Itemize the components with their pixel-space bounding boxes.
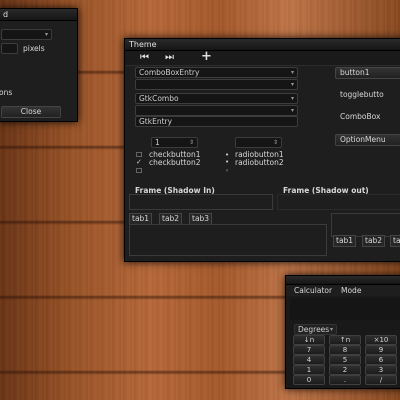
spin-arrows-icon[interactable]: ⇕ (189, 138, 194, 147)
menu-mode[interactable]: Mode (341, 286, 361, 295)
key-5[interactable]: 5 (329, 355, 361, 365)
key-divide[interactable]: / (365, 375, 397, 385)
close-button-label: Close (20, 107, 42, 116)
gtk-combo-2[interactable]: ▾ (135, 105, 298, 116)
key-1[interactable]: 1 (293, 365, 325, 375)
left-window: d ▾ pixels ons Close (0, 8, 78, 122)
notebook-left (129, 224, 327, 256)
combobox-label: ComboBox (340, 112, 381, 121)
chevron-down-icon: ▾ (44, 31, 48, 38)
option-menu[interactable]: OptionMenu (335, 134, 400, 146)
tab3-right[interactable]: ta (390, 235, 400, 247)
toggle-button[interactable]: togglebutto (335, 89, 400, 101)
spin-button-2[interactable]: ⇕ (235, 137, 282, 148)
left-window-titlebar: d (0, 9, 77, 21)
angle-unit-select[interactable]: Degrees ▾ (294, 324, 337, 335)
angle-unit-text: Degrees (298, 325, 330, 334)
radio-selected-icon[interactable]: • (225, 158, 229, 166)
key-3[interactable]: 3 (365, 365, 397, 375)
combo-box-entry-2[interactable]: ▾ (135, 79, 298, 90)
menu-calculator[interactable]: Calculator (294, 286, 332, 295)
button1-label: button1 (340, 68, 370, 77)
radio-icon[interactable]: ◦ (225, 167, 229, 175)
radiobutton2[interactable]: radiobutton2 (235, 158, 284, 167)
chevron-down-icon: ▾ (329, 326, 333, 333)
frame-shadow-out (277, 194, 400, 210)
calculator-window: Calculator Mode Degrees ▾ ↓n ↑n ×10 7 8 … (285, 275, 400, 389)
key-exponent[interactable]: ×10 (365, 335, 397, 345)
chevron-down-icon: ▾ (290, 95, 294, 102)
checkbox-icon[interactable]: ☐ (136, 167, 142, 175)
chevron-down-icon: ▾ (290, 81, 294, 88)
key-9[interactable]: 9 (365, 345, 397, 355)
spin-value: 1 (155, 138, 160, 147)
left-spin-field[interactable] (1, 43, 18, 54)
key-shift-left[interactable]: ↓n (293, 335, 325, 345)
key-decimal[interactable]: . (329, 375, 361, 385)
add-icon[interactable]: + (201, 50, 212, 63)
calculator-menubar: Calculator Mode (286, 285, 400, 296)
combobox[interactable]: ComboBox (335, 111, 400, 123)
option-menu-label: OptionMenu (340, 135, 386, 144)
calculator-titlebar (286, 276, 400, 285)
left-window-title: d (3, 10, 9, 19)
key-2[interactable]: 2 (329, 365, 361, 375)
tab2-right[interactable]: tab2 (362, 235, 386, 247)
key-7[interactable]: 7 (293, 345, 325, 355)
button1[interactable]: button1 (335, 67, 400, 79)
key-0[interactable]: 0 (293, 375, 325, 385)
go-last-icon[interactable]: ⏭ (165, 53, 174, 63)
combo-box-entry[interactable]: ComboBoxEntry ▾ (135, 67, 298, 78)
chevron-down-icon: ▾ (290, 107, 294, 114)
gtk-entry[interactable]: GtkEntry (135, 116, 298, 127)
notebook-right (331, 213, 400, 237)
key-6[interactable]: 6 (365, 355, 397, 365)
go-first-icon[interactable]: ⏮ (140, 53, 149, 63)
toggle-button-label: togglebutto (340, 90, 384, 99)
gtk-entry-text: GtkEntry (139, 117, 173, 126)
theme-title: Theme (129, 40, 157, 49)
checkbutton2[interactable]: checkbutton2 (149, 158, 200, 167)
calculator-display (290, 298, 400, 320)
spin-arrows-icon[interactable]: ⇕ (273, 138, 278, 147)
partial-label: ons (0, 88, 13, 97)
gtk-combo[interactable]: GtkCombo ▾ (135, 93, 298, 104)
checkmark-icon[interactable]: ✓ (136, 158, 142, 166)
tab1-right[interactable]: tab1 (333, 235, 357, 247)
frame-shadow-in (129, 194, 273, 210)
chevron-down-icon: ▾ (290, 69, 294, 76)
close-button[interactable]: Close (1, 106, 61, 118)
units-label: pixels (23, 44, 45, 53)
theme-window: Theme ⏮ ⏭ + ComboBoxEntry ▾ ▾ GtkCombo ▾… (124, 38, 400, 262)
combo-box-entry-text: ComboBoxEntry (139, 68, 200, 77)
theme-toolbar: ⏮ ⏭ + (125, 50, 400, 66)
key-shift-right[interactable]: ↑n (329, 335, 361, 345)
key-8[interactable]: 8 (329, 345, 361, 355)
theme-titlebar: Theme (125, 39, 400, 51)
key-4[interactable]: 4 (293, 355, 325, 365)
gtk-combo-text: GtkCombo (139, 94, 179, 103)
spin-button[interactable]: 1 ⇕ (151, 137, 198, 148)
left-dropdown[interactable]: ▾ (1, 29, 52, 40)
